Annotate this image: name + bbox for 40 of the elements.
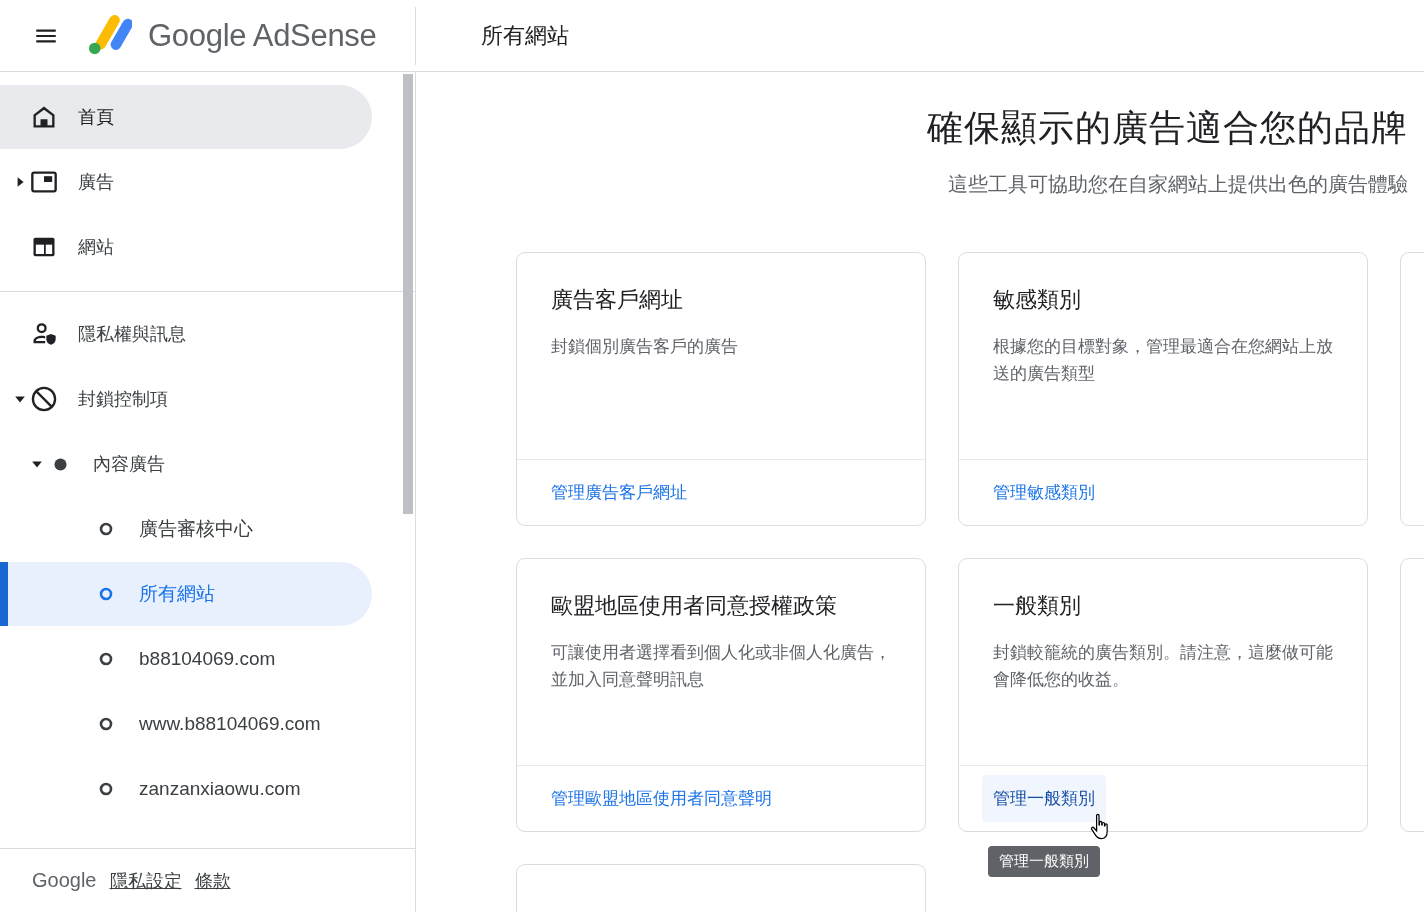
bullet-icon (99, 522, 113, 536)
card-title: 廣告客戶網址 (551, 286, 684, 314)
card-link[interactable]: 管理敏感類別 (982, 469, 1106, 516)
nav-item[interactable]: 廣告 (0, 150, 372, 214)
bullet-icon (99, 782, 113, 796)
card-title: 一般類別 (993, 592, 1082, 620)
page-title: 所有網站 (481, 21, 569, 50)
google-wordmark: Google (32, 869, 97, 892)
product-name: Google AdSense (148, 17, 377, 54)
card-description: 封鎖較籠統的廣告類別。請注意，這麼做可能會降低您的收益。 (993, 642, 1333, 691)
card-link[interactable]: 管理歐盟地區使用者同意聲明 (540, 775, 783, 822)
card-description: 根據您的目標對象，管理最適合在您網站上放送的廣告類型 (993, 336, 1333, 385)
page-subtitle: 這些工具可協助您在自家網站上提供出色的廣告體驗 (948, 172, 1408, 197)
logo-icon (88, 14, 132, 57)
bullet-icon (99, 717, 113, 731)
nav-item[interactable]: 網站 (0, 215, 372, 279)
nav-item[interactable]: www.b88104069.com (0, 692, 372, 756)
card-link[interactable]: 管理廣告客戶網址 (540, 469, 698, 516)
card-description: 封鎖個別廣告客戶的廣告 (551, 336, 739, 358)
nav-item[interactable]: 首頁 (0, 85, 372, 149)
footer-link[interactable]: 條款 (194, 868, 231, 893)
bullet-icon (99, 587, 113, 601)
card-title: 歐盟地區使用者同意授權政策 (551, 592, 838, 620)
nav-item[interactable]: b88104069.com (0, 627, 372, 691)
nav-item[interactable]: 封鎖控制項 (0, 367, 372, 431)
page-heading: 確保顯示的廣告適合您的品牌 (927, 106, 1408, 150)
nav-item[interactable]: zanzanxiaowu.com (0, 757, 372, 821)
card-title: 敏感類別 (993, 286, 1082, 314)
nav-item[interactable]: 所有網站 (0, 562, 372, 626)
scrollbar[interactable] (403, 74, 413, 514)
nav-item[interactable]: 內容廣告 (0, 432, 372, 496)
bullet-icon (54, 457, 67, 471)
card-link[interactable]: 管理一般類別 (982, 775, 1106, 822)
nav-item[interactable]: 廣告審核中心 (0, 497, 372, 561)
bullet-icon (99, 652, 113, 666)
nav-item[interactable]: 隱私權與訊息 (0, 302, 372, 366)
tooltip: 管理一般類別 (988, 846, 1100, 877)
card-description: 可讓使用者選擇看到個人化或非個人化廣告，並加入同意聲明訊息 (551, 642, 891, 691)
block-icon (30, 385, 58, 413)
footer-link[interactable]: 隱私設定 (109, 868, 182, 893)
